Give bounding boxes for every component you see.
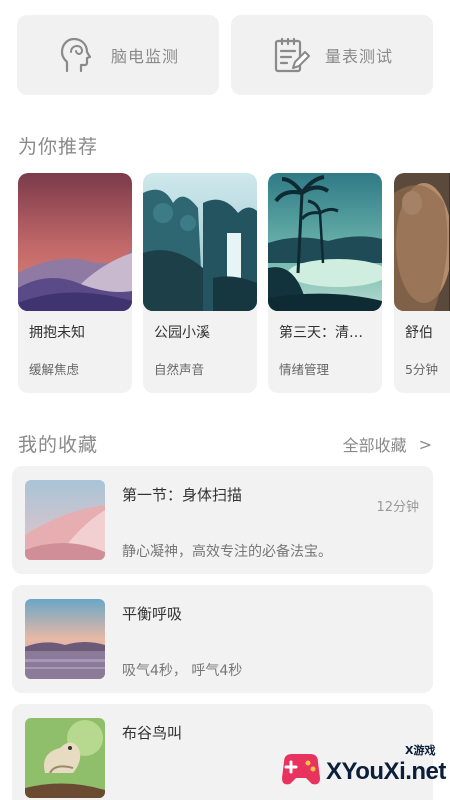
card-title: 第三天：清理... [279,325,376,341]
card-subtitle: 情绪管理 [279,362,330,377]
recommend-section-title: 为你推荐 [18,136,99,158]
favorite-artwork [25,480,105,560]
eeg-monitor-label: 脑电监测 [110,47,179,66]
favorite-title: 平衡呼吸 [122,605,183,623]
card-title: 拥抱未知 [29,325,85,341]
recommend-card[interactable]: 舒伯 5分钟 [394,173,450,393]
card-artwork [143,173,257,311]
favorites-section-title: 我的收藏 [18,434,99,456]
card-title: 公园小溪 [154,325,210,341]
favorite-artwork [25,599,105,679]
card-subtitle: 自然声音 [154,362,205,377]
site-watermark: XYouXi.net X游戏 [280,742,446,794]
favorite-subtitle: 静心凝神，高效专注的必备法宝。 [122,544,332,560]
favorite-item[interactable]: 平衡呼吸 吸气4秒， 呼气4秒 [12,585,433,693]
card-subtitle: 5分钟 [405,362,438,377]
recommend-card[interactable]: 第三天：清理... 情绪管理 [268,173,382,393]
card-artwork [18,173,132,311]
favorite-artwork [25,718,105,798]
scale-test-button[interactable]: 量表测试 [231,15,433,95]
chevron-right-icon: > [418,434,432,454]
favorite-subtitle: 吸气4秒， 呼气4秒 [122,663,243,679]
card-title: 舒伯 [405,325,433,341]
favorite-title: 布谷鸟叫 [122,724,183,742]
see-all-favorites-link[interactable]: 全部收藏 > [343,432,432,456]
eeg-monitor-button[interactable]: 脑电监测 [17,15,219,95]
recommend-carousel[interactable]: 拥抱未知 缓解焦虑 公园小溪 自然声音 第三天：清理... 情绪管理 舒伯 5分… [18,173,450,395]
card-artwork [268,173,382,311]
card-artwork [394,173,450,311]
watermark-text: XYouXi.net [326,758,446,785]
favorite-duration: 12分钟 [376,500,419,515]
clipboard-edit-icon [274,37,310,73]
watermark-small-text: X游戏 [405,744,436,757]
see-all-label: 全部收藏 [342,436,407,455]
favorite-title: 第一节：身体扫描 [122,486,243,504]
recommend-card[interactable]: 公园小溪 自然声音 [143,173,257,393]
recommend-card[interactable]: 拥抱未知 缓解焦虑 [18,173,132,393]
scale-test-label: 量表测试 [324,47,393,66]
card-subtitle: 缓解焦虑 [29,362,80,377]
brain-head-icon [60,37,92,73]
favorite-item[interactable]: 第一节：身体扫描 12分钟 静心凝神，高效专注的必备法宝。 [12,466,433,574]
gamepad-logo-icon [282,754,320,785]
